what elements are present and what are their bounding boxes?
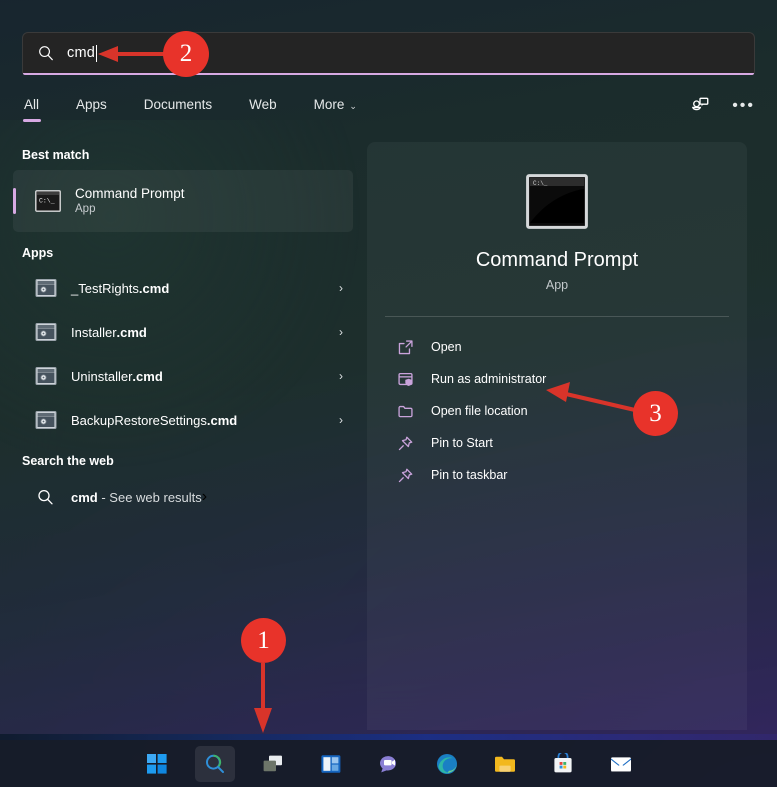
list-item-app-testrights[interactable]: _TestRights.cmd › xyxy=(13,268,353,308)
search-taskbar-button[interactable] xyxy=(194,745,235,782)
open-file-location-action[interactable]: Open file location xyxy=(367,395,747,427)
annotation-callout-1: 1 xyxy=(241,618,286,663)
search-icon xyxy=(205,754,224,773)
chevron-right-icon[interactable]: › xyxy=(339,413,343,427)
open-action[interactable]: Open xyxy=(367,331,747,363)
cmd-script-icon xyxy=(35,323,57,341)
mail-icon xyxy=(610,756,631,771)
preview-action-list: Open Run as administrator Open file loca… xyxy=(367,331,747,491)
web-result-label: cmd - See web results xyxy=(71,489,202,505)
tab-web-label: Web xyxy=(249,97,277,112)
pin-to-taskbar-action[interactable]: Pin to taskbar xyxy=(367,459,747,491)
app-preview-pane: C:\_ Command Prompt App Open Run as admi… xyxy=(367,142,747,730)
file-explorer-button[interactable] xyxy=(485,746,525,782)
pin-to-start-action[interactable]: Pin to Start xyxy=(367,427,747,459)
chat-icon xyxy=(379,755,396,772)
search-filter-tabs: All Apps Documents Web More ⌄ ••• xyxy=(22,95,755,129)
tab-active-underline xyxy=(22,119,41,122)
windows-logo-icon xyxy=(146,753,167,774)
command-prompt-icon: C:\_ xyxy=(526,174,588,229)
search-input-value: cmd xyxy=(67,45,95,61)
preview-icon-wrapper: C:\_ xyxy=(526,174,588,229)
pin-to-start-action-label: Pin to Start xyxy=(431,436,493,450)
best-match-subtitle: App xyxy=(75,203,96,216)
command-prompt-icon: C:\_ xyxy=(35,190,61,212)
svg-text:C:\_: C:\_ xyxy=(533,180,548,187)
widgets-icon xyxy=(320,754,340,773)
chevron-right-icon[interactable]: › xyxy=(202,488,207,506)
store-icon xyxy=(553,752,572,772)
start-button[interactable] xyxy=(137,746,177,782)
annotation-callout-2: 2 xyxy=(163,31,209,77)
pin-to-taskbar-action-label: Pin to taskbar xyxy=(431,468,508,482)
tab-apps[interactable]: Apps xyxy=(74,95,109,122)
best-match-text: Command Prompt App xyxy=(75,185,185,217)
chevron-down-icon: ⌄ xyxy=(349,101,357,111)
folder-icon xyxy=(398,405,413,417)
search-results-list: Best match C:\_ Command Prompt App Apps xyxy=(0,142,366,518)
more-options-icon[interactable]: ••• xyxy=(732,98,755,114)
header-actions: ••• xyxy=(690,95,755,116)
feedback-icon[interactable] xyxy=(690,96,710,116)
start-search-screen: cmd All Apps Documents Web More ⌄ ••• Be… xyxy=(0,0,777,787)
tab-more[interactable]: More ⌄ xyxy=(312,95,359,122)
annotation-callout-3: 3 xyxy=(633,391,678,436)
edge-icon xyxy=(436,753,457,774)
chevron-right-icon[interactable]: › xyxy=(339,281,343,295)
tab-more-label: More xyxy=(313,97,345,112)
best-match-title: Command Prompt xyxy=(75,186,185,201)
chevron-right-icon[interactable]: › xyxy=(339,325,343,339)
preview-app-title: Command Prompt xyxy=(475,249,639,271)
microsoft-store-button[interactable] xyxy=(543,746,583,782)
mail-button[interactable] xyxy=(601,746,641,782)
best-match-item-command-prompt[interactable]: C:\_ Command Prompt App xyxy=(13,170,353,232)
pin-icon xyxy=(398,468,413,482)
tab-all-label: All xyxy=(24,97,40,112)
preview-divider xyxy=(385,316,729,317)
tab-documents-label: Documents xyxy=(143,97,213,112)
tab-web[interactable]: Web xyxy=(247,95,279,122)
shield-window-icon xyxy=(398,372,413,386)
chat-button[interactable] xyxy=(369,746,409,782)
cmd-script-icon xyxy=(35,367,57,385)
section-heading-apps: Apps xyxy=(22,246,54,260)
open-external-icon xyxy=(398,339,413,354)
list-item-web-result[interactable]: cmd - See web results › xyxy=(13,476,353,518)
taskbar xyxy=(0,740,777,787)
preview-app-subtitle: App xyxy=(545,278,569,292)
pin-icon xyxy=(398,436,413,450)
widgets-button[interactable] xyxy=(311,746,351,782)
section-heading-best-match: Best match xyxy=(22,148,90,162)
list-item-label: Uninstaller.cmd xyxy=(71,368,163,384)
run-as-administrator-action[interactable]: Run as administrator xyxy=(367,363,747,395)
tab-documents[interactable]: Documents xyxy=(142,95,214,122)
edge-button[interactable] xyxy=(427,746,467,782)
run-as-administrator-action-label: Run as administrator xyxy=(431,372,547,386)
tab-all[interactable]: All xyxy=(22,95,41,122)
tab-apps-label: Apps xyxy=(76,97,107,112)
svg-text:C:\_: C:\_ xyxy=(39,198,55,205)
chevron-right-icon[interactable]: › xyxy=(339,369,343,383)
open-file-location-action-label: Open file location xyxy=(431,404,528,418)
list-item-app-uninstaller[interactable]: Uninstaller.cmd › xyxy=(13,356,353,396)
list-item-label: BackupRestoreSettings.cmd xyxy=(71,412,238,428)
list-item-label: Installer.cmd xyxy=(71,324,147,340)
open-action-label: Open xyxy=(431,340,462,354)
folder-icon xyxy=(494,756,515,772)
list-item-app-installer[interactable]: Installer.cmd › xyxy=(13,312,353,352)
search-icon xyxy=(38,489,53,505)
list-item-label: _TestRights.cmd xyxy=(71,280,170,296)
task-view-icon xyxy=(263,755,282,771)
task-view-button[interactable] xyxy=(253,746,293,782)
list-item-app-backuprestoresettings[interactable]: BackupRestoreSettings.cmd › xyxy=(13,400,353,440)
cmd-script-icon xyxy=(35,411,57,429)
cmd-script-icon xyxy=(35,279,57,297)
text-caret xyxy=(96,44,97,62)
search-icon xyxy=(39,46,53,61)
search-input[interactable]: cmd xyxy=(22,32,755,75)
section-heading-search-the-web: Search the web xyxy=(22,454,114,468)
